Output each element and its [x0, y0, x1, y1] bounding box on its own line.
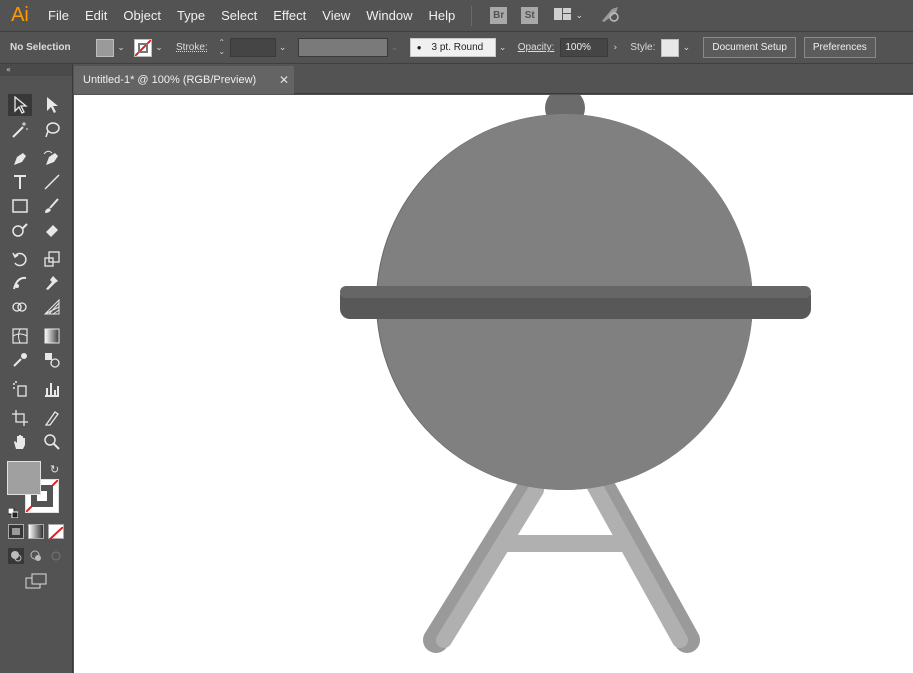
magic-wand-icon[interactable]: [8, 119, 32, 141]
tools-panel: « ↻: [0, 64, 73, 673]
gradient-icon[interactable]: [40, 325, 64, 347]
grill-right-leg-highlight: [586, 477, 688, 648]
menu-view[interactable]: View: [314, 0, 358, 31]
direct-selection-icon[interactable]: [40, 94, 64, 116]
menu-help[interactable]: Help: [420, 0, 463, 31]
default-colors-icon[interactable]: [7, 503, 19, 522]
profile-chevron-icon[interactable]: ⌄: [388, 38, 402, 58]
control-bar: No Selection ⌄ ⌄ Stroke: ⌃ ⌄ ⌄ ⌄ ● 3 pt. …: [0, 31, 913, 64]
panel-collapse-icon[interactable]: «: [0, 64, 72, 76]
preferences-button[interactable]: Preferences: [803, 37, 876, 58]
blend-icon[interactable]: [40, 349, 64, 371]
eraser-icon[interactable]: [40, 219, 64, 241]
grill-left-leg-highlight: [436, 482, 544, 648]
none-mode-icon[interactable]: [48, 524, 64, 541]
swap-icon[interactable]: ↻: [50, 463, 59, 476]
mesh-icon[interactable]: [8, 325, 32, 347]
line-icon[interactable]: [40, 171, 64, 193]
fill-dropdown-chevron-icon[interactable]: ⌄: [114, 38, 128, 58]
brush-value: 3 pt. Round: [431, 42, 484, 53]
app-logo: Ai: [11, 4, 29, 26]
gradient-mode-icon[interactable]: [28, 524, 44, 539]
menu-file[interactable]: File: [40, 0, 77, 31]
stock-icon[interactable]: St: [521, 7, 539, 24]
slice-icon[interactable]: [40, 407, 64, 429]
grill-handle-bar-top: [340, 286, 811, 298]
opacity-field[interactable]: 100%: [560, 38, 609, 57]
menu-divider: [471, 5, 473, 26]
style-chevron-icon[interactable]: ⌄: [679, 38, 693, 58]
bridge-icon[interactable]: Br: [490, 7, 508, 24]
graphic-style-swatch[interactable]: [661, 38, 680, 57]
variable-width-profile[interactable]: [297, 38, 388, 57]
menu-edit[interactable]: Edit: [77, 0, 115, 31]
style-label: Style:: [630, 42, 656, 53]
gpu-rocket-icon[interactable]: [600, 5, 620, 27]
stroke-weight-field[interactable]: [229, 38, 276, 57]
stroke-stepper[interactable]: ⌃ ⌄: [216, 38, 228, 58]
paintbrush-icon[interactable]: [40, 195, 64, 217]
lasso-icon[interactable]: [40, 119, 64, 141]
shape-builder-icon[interactable]: [8, 296, 32, 318]
grill-leg-crossbar: [506, 535, 628, 552]
fill-swatch-front[interactable]: [7, 461, 41, 495]
symbol-sprayer-icon[interactable]: [8, 378, 32, 400]
opacity-value: 100%: [565, 42, 591, 53]
document-tab-title: Untitled-1* @ 100% (RGB/Preview): [83, 74, 257, 86]
eyedropper-icon[interactable]: [8, 349, 32, 371]
menu-window[interactable]: Window: [358, 0, 420, 31]
color-mode-icon[interactable]: [8, 524, 24, 539]
warp-icon[interactable]: [8, 272, 32, 294]
shaper-icon[interactable]: [8, 219, 32, 241]
stroke-color-swatch[interactable]: [134, 38, 152, 57]
selection-icon[interactable]: [8, 94, 32, 116]
column-graph-icon[interactable]: [40, 378, 64, 400]
brush-definition-field[interactable]: ● 3 pt. Round: [409, 38, 496, 57]
hand-icon[interactable]: [8, 431, 32, 453]
selection-status: No Selection: [10, 42, 71, 53]
draw-inside-icon[interactable]: [48, 548, 64, 564]
puppet-warp-icon[interactable]: [40, 272, 64, 294]
menu-type[interactable]: Type: [169, 0, 213, 31]
opacity-chevron-icon[interactable]: ›: [608, 38, 622, 58]
chevron-down-icon[interactable]: ⌄: [572, 6, 586, 26]
menu-effect[interactable]: Effect: [265, 0, 314, 31]
rectangle-icon[interactable]: [8, 195, 32, 217]
menu-bar: Ai File Edit Object Type Select Effect V…: [0, 0, 913, 31]
menu-select[interactable]: Select: [213, 0, 265, 31]
document-tab[interactable]: Untitled-1* @ 100% (RGB/Preview) ✕: [74, 66, 294, 94]
document-setup-button[interactable]: Document Setup: [703, 37, 796, 58]
workspace-icon[interactable]: [554, 6, 572, 25]
stroke-dropdown-chevron-icon[interactable]: ⌄: [152, 38, 166, 58]
close-icon[interactable]: ✕: [279, 73, 289, 87]
fill-color-swatch[interactable]: [96, 38, 114, 57]
draw-behind-icon[interactable]: [28, 548, 44, 564]
artboard-icon[interactable]: [8, 407, 32, 429]
stroke-weight-chevron-icon[interactable]: ⌄: [276, 38, 290, 58]
rotate-icon[interactable]: [8, 248, 32, 270]
artboard-canvas[interactable]: [74, 95, 913, 673]
grill-illustration: [340, 95, 811, 653]
zoom-icon[interactable]: [40, 431, 64, 453]
stroke-label: Stroke:: [176, 42, 208, 53]
opacity-label[interactable]: Opacity:: [518, 42, 555, 53]
curvature-icon[interactable]: [40, 147, 64, 169]
type-icon[interactable]: [8, 171, 32, 193]
perspective-grid-icon[interactable]: [40, 296, 64, 318]
brush-chevron-icon[interactable]: ⌄: [496, 38, 510, 58]
pen-icon[interactable]: [8, 147, 32, 169]
menu-object[interactable]: Object: [115, 0, 169, 31]
draw-normal-icon[interactable]: [8, 548, 24, 564]
brush-dot-icon: ●: [416, 43, 422, 52]
screen-mode-icon[interactable]: [24, 572, 48, 594]
document-tab-bar: Untitled-1* @ 100% (RGB/Preview) ✕: [74, 64, 913, 94]
scale-icon[interactable]: [40, 248, 64, 270]
